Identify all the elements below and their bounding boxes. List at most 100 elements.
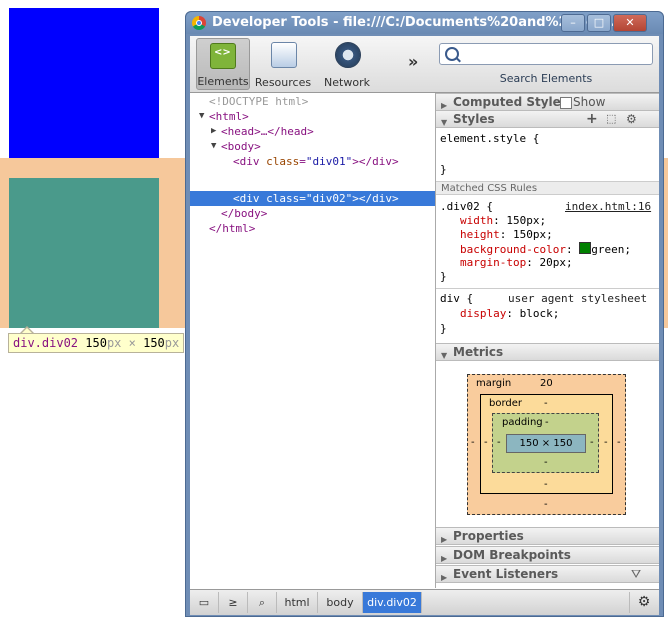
metrics-label: Metrics: [453, 345, 504, 359]
dock-icon[interactable]: ▭: [190, 592, 219, 613]
rule-div02-selector[interactable]: .div02 {: [440, 200, 493, 214]
search-icon: [445, 47, 459, 61]
doctype-text: <!DOCTYPE html>: [209, 95, 309, 108]
margin-label: margin: [476, 378, 512, 389]
prop-background-color[interactable]: background-color: green;: [460, 242, 631, 257]
expand-head-icon[interactable]: ▶: [211, 126, 216, 136]
properties-header[interactable]: ▶ Properties: [436, 527, 659, 545]
tab-resources[interactable]: Resources: [254, 38, 312, 90]
console-icon[interactable]: ≥: [219, 592, 248, 613]
div02-close: </div>: [358, 192, 399, 205]
border-left-value[interactable]: -: [484, 437, 488, 448]
event-listeners-header[interactable]: ▶ Event Listeners ⛛: [436, 565, 659, 583]
html-open-tag: <html>: [209, 110, 249, 123]
tab-network[interactable]: Network: [318, 38, 376, 90]
elements-icon: [210, 43, 236, 69]
tab-elements-label: Elements: [197, 75, 249, 88]
computed-style-header[interactable]: ▶ Computed Style Show inherited: [436, 93, 659, 125]
metrics-content-box[interactable]: 150 × 150: [506, 434, 586, 453]
tree-head[interactable]: <head>…</head>: [221, 124, 314, 139]
div02-attr-name: class: [266, 192, 300, 205]
tree-html-close[interactable]: </html>: [209, 221, 255, 236]
div01-close: </div>: [358, 155, 399, 168]
element-size-tooltip: div.div02 150px × 150px: [8, 333, 185, 353]
border-right-value[interactable]: -: [604, 437, 608, 448]
rule-div-source: user agent stylesheet: [508, 292, 648, 305]
tree-body[interactable]: <body>: [221, 139, 261, 154]
expand-body-icon[interactable]: ▼: [211, 141, 216, 151]
border-label: border: [489, 398, 523, 409]
padding-bottom-value[interactable]: -: [544, 457, 548, 468]
tree-html[interactable]: <html>: [209, 109, 249, 124]
styles-sidebar: ▶ Computed Style Show inherited ▼ Styles…: [436, 93, 659, 588]
tooltip-unit-w: px: [106, 336, 122, 350]
minimize-button[interactable]: –: [561, 14, 585, 32]
breadcrumb-html[interactable]: html: [277, 592, 318, 613]
styles-header[interactable]: ▼ Styles + ⬚ ⚙: [436, 110, 659, 128]
tree-body-close[interactable]: </body>: [221, 206, 267, 221]
expanded-triangle-icon: ▼: [441, 118, 448, 127]
add-rule-icon[interactable]: +: [586, 111, 598, 127]
filter-icon[interactable]: ⛛: [631, 566, 641, 582]
dom-breakpoints-header[interactable]: ▶ DOM Breakpoints: [436, 546, 659, 564]
div01-attr-name: class: [266, 155, 300, 168]
div01-open: <div: [233, 155, 260, 168]
devtools-window: Developer Tools - file:///C:/Documents%2…: [185, 11, 664, 617]
maximize-button[interactable]: □: [587, 14, 611, 32]
margin-top-value[interactable]: 20: [540, 378, 553, 389]
div01-blue-box: [9, 8, 159, 158]
div02-highlight: [9, 178, 159, 328]
gear-icon[interactable]: ⚙: [626, 111, 637, 127]
tooltip-times: ×: [128, 336, 136, 350]
prop-height[interactable]: height: 150px;: [460, 228, 553, 242]
element-style-selector[interactable]: element.style {: [440, 132, 539, 146]
element-state-icon[interactable]: ⬚: [606, 111, 616, 127]
border-top-value[interactable]: -: [544, 398, 548, 409]
tree-div02-selected[interactable]: <div class="div02"></div>: [233, 191, 399, 206]
properties-label: Properties: [453, 529, 524, 543]
tab-resources-label: Resources: [254, 76, 312, 89]
styles-label: Styles: [453, 112, 495, 126]
close-button[interactable]: ✕: [613, 14, 647, 32]
prop-display[interactable]: display: block;: [460, 307, 559, 321]
status-bar: ▭ ≥ ⌕ html body div.div02 ⚙: [190, 589, 659, 615]
devtools-client: Elements Resources Network » Search Elem…: [190, 36, 659, 615]
inspect-search-icon[interactable]: ⌕: [248, 592, 277, 613]
padding-top-value[interactable]: -: [545, 417, 549, 428]
chrome-logo-icon: [192, 16, 206, 30]
margin-bottom-value[interactable]: -: [544, 499, 548, 510]
elements-tree: <!DOCTYPE html> ▼ <html> ▶ <head>…</head…: [190, 93, 436, 588]
border-bottom-value[interactable]: -: [544, 479, 548, 490]
tree-div01[interactable]: <div class="div01"></div>: [233, 154, 399, 169]
padding-left-value[interactable]: -: [497, 437, 501, 448]
rule-div-selector[interactable]: div {: [440, 292, 473, 306]
title-bar[interactable]: Developer Tools - file:///C:/Documents%2…: [186, 12, 663, 34]
head-tag: <head>…</head>: [221, 125, 314, 138]
breadcrumb-body[interactable]: body: [318, 592, 363, 613]
show-inherited-checkbox[interactable]: [560, 97, 572, 109]
dom-breakpoints-label: DOM Breakpoints: [453, 548, 571, 562]
margin-right-value[interactable]: -: [617, 437, 621, 448]
tooltip-width: 150: [85, 336, 107, 350]
breadcrumb-div02[interactable]: div.div02: [363, 592, 422, 613]
search-input[interactable]: [439, 43, 653, 65]
prop-margin-top[interactable]: margin-top: 20px;: [460, 256, 573, 270]
rule-div02-source-link[interactable]: index.html:16: [565, 200, 651, 214]
tab-elements[interactable]: Elements: [196, 38, 250, 90]
settings-gear-icon[interactable]: ⚙: [629, 592, 658, 613]
padding-label: padding: [502, 417, 543, 428]
more-panels-button[interactable]: »: [408, 52, 418, 71]
expanded-triangle-icon: ▼: [441, 351, 448, 360]
metrics-header[interactable]: ▼ Metrics: [436, 343, 659, 361]
prop-width[interactable]: width: 150px;: [460, 214, 546, 228]
margin-left-value[interactable]: -: [471, 437, 475, 448]
color-swatch[interactable]: [579, 242, 592, 254]
tree-doctype[interactable]: <!DOCTYPE html>: [209, 94, 308, 109]
padding-right-value[interactable]: -: [590, 437, 594, 448]
tab-network-label: Network: [324, 76, 370, 89]
element-style-close: }: [440, 163, 447, 176]
div02-attr-value: "div02": [305, 192, 353, 205]
div02-open: <div: [233, 192, 260, 205]
expand-html-icon[interactable]: ▼: [199, 111, 204, 121]
rule-divider: [436, 288, 659, 289]
